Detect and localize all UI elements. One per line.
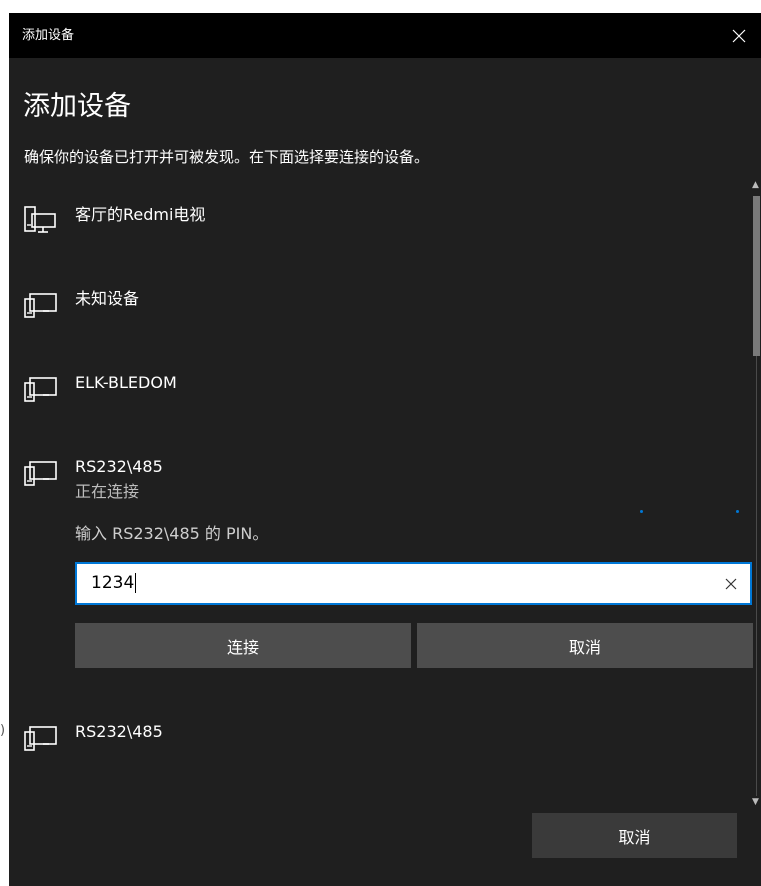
device-name: 未知设备	[75, 289, 140, 308]
device-name: 客厅的Redmi电视	[75, 205, 206, 224]
text-caret	[135, 573, 137, 593]
generic-device-icon	[24, 377, 57, 402]
window-title: 添加设备	[22, 28, 75, 43]
close-button[interactable]	[716, 13, 761, 58]
device-item-elk-bledom[interactable]: ELK-BLEDOM	[9, 367, 739, 417]
connect-button[interactable]: 连接	[75, 623, 411, 668]
page-title: 添加设备	[23, 91, 131, 122]
device-item-rs232-connecting[interactable]: RS232\485 正在连接	[9, 451, 739, 511]
device-name: RS232\485	[75, 722, 163, 741]
device-name: RS232\485	[75, 457, 163, 476]
device-item-redmi-tv[interactable]: 客厅的Redmi电视	[9, 199, 739, 249]
cancel-pairing-button[interactable]: 取消	[417, 623, 753, 668]
edge-glyph: )	[0, 723, 6, 738]
pin-prompt: 输入 RS232\485 的 PIN。	[75, 524, 269, 543]
scroll-track	[756, 356, 757, 796]
device-item-rs232[interactable]: RS232\485	[9, 716, 739, 766]
instructions-text: 确保你的设备已打开并可被发现。在下面选择要连接的设备。	[24, 148, 430, 166]
close-icon	[732, 29, 745, 42]
scroll-up-arrow-icon[interactable]: ▲	[750, 176, 761, 194]
monitor-device-icon	[24, 206, 56, 233]
scroll-thumb[interactable]	[753, 196, 760, 356]
pin-input[interactable]: 1234	[75, 562, 752, 605]
pin-value-text: 1234	[91, 573, 135, 593]
add-device-dialog: 添加设备 添加设备 确保你的设备已打开并可被发现。在下面选择要连接的设备。 客厅…	[9, 13, 761, 886]
background-edge	[0, 0, 9, 886]
progress-dot	[736, 510, 739, 513]
progress-dot	[640, 510, 643, 513]
title-bar: 添加设备	[9, 13, 761, 58]
device-status: 正在连接	[75, 482, 140, 501]
device-item-unknown[interactable]: 未知设备	[9, 283, 739, 333]
scroll-down-arrow-icon[interactable]: ▼	[750, 794, 761, 810]
pin-input-value: 1234	[91, 564, 137, 603]
scrollbar[interactable]: ▲ ▼	[750, 176, 761, 810]
generic-device-icon	[24, 726, 57, 751]
clear-button[interactable]	[716, 564, 746, 603]
device-name: ELK-BLEDOM	[75, 373, 177, 392]
clear-icon	[725, 578, 737, 589]
cancel-button[interactable]: 取消	[532, 813, 737, 858]
generic-device-icon	[24, 293, 57, 318]
generic-device-icon	[24, 461, 57, 486]
